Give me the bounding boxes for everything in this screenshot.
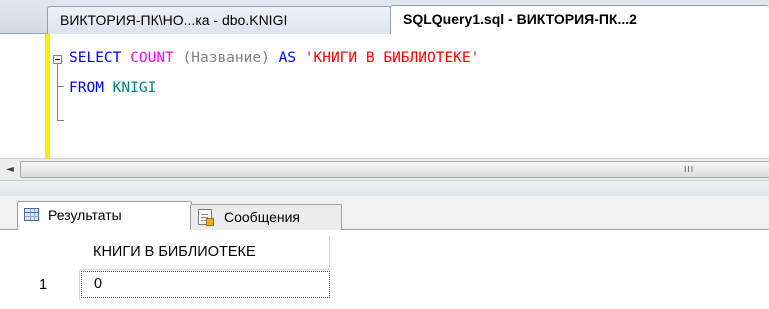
keyword-from: FROM — [69, 80, 104, 96]
keyword-select: SELECT — [69, 50, 122, 66]
paren-close: ) — [261, 50, 270, 66]
function-count: COUNT — [130, 50, 174, 66]
tab-messages[interactable]: Сообщения — [190, 204, 342, 230]
outline-tick — [57, 86, 64, 87]
outline-tick — [57, 120, 64, 121]
tab-sql-query[interactable]: SQLQuery1.sql - ВИКТОРИЯ-ПК...2 — [390, 5, 769, 35]
horizontal-scrollbar[interactable]: ◄ III — [0, 158, 769, 181]
grid-icon — [24, 208, 39, 221]
column-header[interactable]: КНИГИ В БИБЛИОТЕКЕ — [80, 236, 330, 270]
tab-table-designer[interactable]: ВИКТОРИЯ-ПК\НО...ка - dbo.KNIGI — [47, 6, 392, 34]
grid-corner[interactable] — [28, 236, 81, 271]
scroll-left-icon[interactable]: ◄ — [3, 163, 17, 177]
alias-string: 'КНИГИ В БИБЛИОТЕКЕ' — [304, 50, 480, 66]
query-editor[interactable]: SELECT COUNT (Название) AS 'КНИГИ В БИБЛ… — [0, 34, 769, 158]
table-name: KNIGI — [112, 80, 157, 96]
tab-results[interactable]: Результаты — [17, 201, 192, 231]
document-tab-strip: ВИКТОРИЯ-ПК\НО...ка - dbo.KNIGI SQLQuery… — [0, 0, 769, 35]
editor-margin — [0, 34, 40, 158]
change-tracking-bar — [45, 34, 50, 158]
column-name: Название — [191, 50, 262, 66]
scroll-thumb[interactable]: III — [20, 161, 769, 178]
collapse-icon[interactable] — [53, 55, 62, 64]
grip-icon: III — [684, 165, 695, 174]
tab-label: SQLQuery1.sql - ВИКТОРИЯ-ПК...2 — [403, 11, 637, 27]
code-line-1[interactable]: SELECT COUNT (Название) AS 'КНИГИ В БИБЛ… — [69, 48, 479, 68]
messages-icon — [198, 209, 214, 226]
tab-label: ВИКТОРИЯ-ПК\НО...ка - dbo.KNIGI — [60, 12, 288, 28]
code-line-2[interactable]: FROM KNIGI — [69, 78, 156, 98]
row-number[interactable]: 1 — [28, 270, 80, 300]
keyword-as: AS — [278, 50, 297, 66]
pane-splitter[interactable] — [0, 181, 769, 196]
tab-results-label: Результаты — [48, 207, 122, 223]
outline-line — [57, 64, 58, 120]
paren-open: ( — [182, 50, 192, 66]
table-cell[interactable]: 0 — [81, 271, 330, 298]
results-grid: КНИГИ В БИБЛИОТЕКЕ 1 0 — [0, 230, 769, 309]
results-tab-strip: Результаты Сообщения — [0, 196, 769, 231]
tab-messages-label: Сообщения — [224, 209, 300, 225]
